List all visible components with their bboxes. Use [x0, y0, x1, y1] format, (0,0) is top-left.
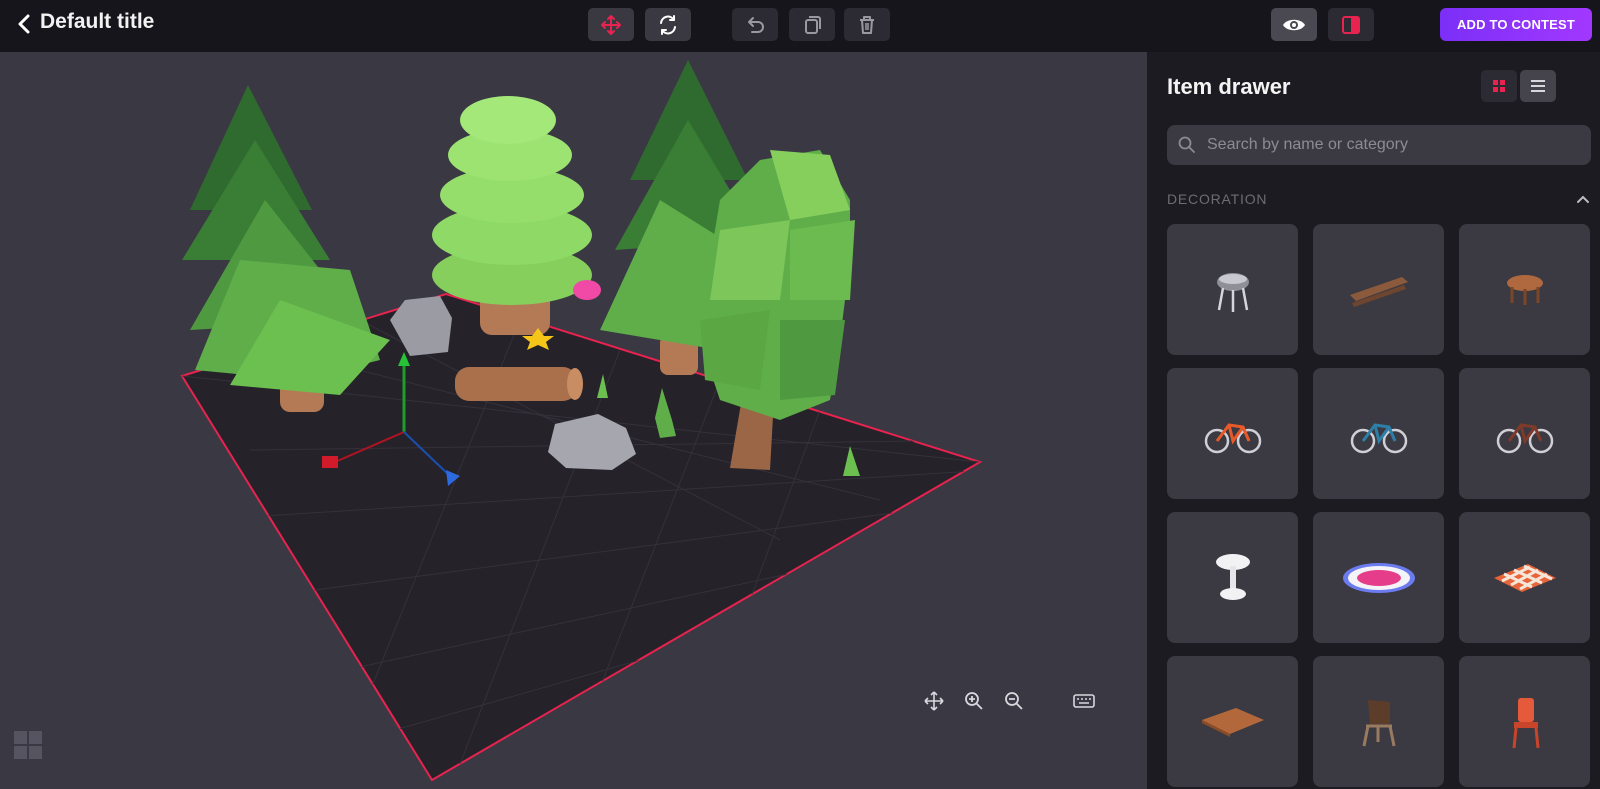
grid-view-button[interactable]	[1481, 70, 1517, 102]
item-tile-round-rug[interactable]	[1313, 512, 1444, 643]
item-tile-brown-bicycle[interactable]	[1459, 368, 1590, 499]
pan-arrows-icon	[924, 691, 944, 711]
split-view-button[interactable]	[1328, 8, 1374, 41]
search-input[interactable]	[1205, 135, 1591, 155]
round-rug-icon	[1342, 562, 1415, 593]
folding-chair-icon	[1362, 699, 1395, 746]
item-tile-red-chair[interactable]	[1459, 656, 1590, 787]
duplicate-icon	[805, 15, 821, 34]
grill-icon	[1216, 272, 1249, 312]
scene-title[interactable]: Default title	[40, 8, 154, 36]
blue-bicycle-icon	[1350, 422, 1407, 453]
red-chair-icon	[1512, 697, 1539, 748]
add-to-contest-button[interactable]: ADD TO CONTEST	[1440, 8, 1592, 41]
split-panel-icon	[1342, 15, 1360, 34]
checkered-blanket-icon	[1493, 563, 1556, 592]
grid-squares-icon	[14, 731, 42, 759]
item-grid	[1167, 224, 1591, 787]
item-tile-doormat[interactable]	[1167, 656, 1298, 787]
search-bar	[1167, 125, 1591, 165]
round-table-icon	[1506, 274, 1543, 305]
preview-button[interactable]	[1271, 8, 1317, 41]
item-tile-red-bicycle[interactable]	[1167, 368, 1298, 499]
section-label-decoration: DECORATION	[1167, 191, 1268, 207]
bench-icon	[1349, 276, 1408, 307]
zoom-in-control[interactable]	[960, 687, 988, 715]
undo-icon	[748, 16, 764, 33]
log	[455, 367, 583, 401]
move-tool-button[interactable]	[588, 8, 634, 41]
scene-canvas[interactable]	[0, 52, 1147, 789]
viewport-controls	[920, 687, 1098, 715]
rotate-tool-button[interactable]	[645, 8, 691, 41]
undo-button[interactable]	[732, 8, 778, 41]
zoom-out-icon	[1005, 692, 1023, 710]
pink-pot	[573, 280, 601, 300]
keyboard-shortcuts-control[interactable]	[1070, 687, 1098, 715]
item-drawer-panel: Item drawer DECORATION	[1147, 52, 1600, 789]
item-tile-bench[interactable]	[1313, 224, 1444, 355]
item-tile-grill[interactable]	[1167, 224, 1298, 355]
zoom-out-control[interactable]	[1000, 687, 1028, 715]
zoom-in-icon	[965, 692, 983, 710]
chevron-up-icon	[1577, 195, 1589, 203]
pine-tree-left	[182, 85, 390, 412]
top-bar: Default title ADD TO CONTEST	[0, 0, 1600, 52]
grid-view-toggle[interactable]	[12, 729, 44, 761]
item-tile-checkered-blanket[interactable]	[1459, 512, 1590, 643]
list-view-button[interactable]	[1520, 70, 1556, 102]
grid-icon	[1493, 80, 1505, 92]
doormat-icon	[1201, 707, 1264, 737]
trash-icon	[860, 15, 874, 34]
search-icon	[1178, 136, 1195, 153]
chevron-left-icon	[18, 14, 30, 34]
list-icon	[1531, 80, 1545, 92]
back-button[interactable]	[10, 10, 38, 38]
item-tile-blue-bicycle[interactable]	[1313, 368, 1444, 499]
scene-viewport[interactable]	[0, 52, 1147, 789]
pan-control[interactable]	[920, 687, 948, 715]
collapse-section-button[interactable]	[1572, 188, 1594, 210]
item-tile-white-lamp[interactable]	[1167, 512, 1298, 643]
move-arrows-icon	[601, 14, 621, 35]
keyboard-icon	[1073, 694, 1095, 708]
duplicate-button[interactable]	[789, 8, 835, 41]
eye-icon	[1283, 19, 1305, 30]
item-tile-round-table[interactable]	[1459, 224, 1590, 355]
red-bicycle-icon	[1204, 422, 1261, 453]
item-tile-folding-chair[interactable]	[1313, 656, 1444, 787]
white-lamp-icon	[1215, 553, 1250, 600]
delete-button[interactable]	[844, 8, 890, 41]
panel-title: Item drawer	[1167, 74, 1291, 99]
rotate-icon	[660, 14, 676, 35]
brown-bicycle-icon	[1496, 422, 1553, 453]
